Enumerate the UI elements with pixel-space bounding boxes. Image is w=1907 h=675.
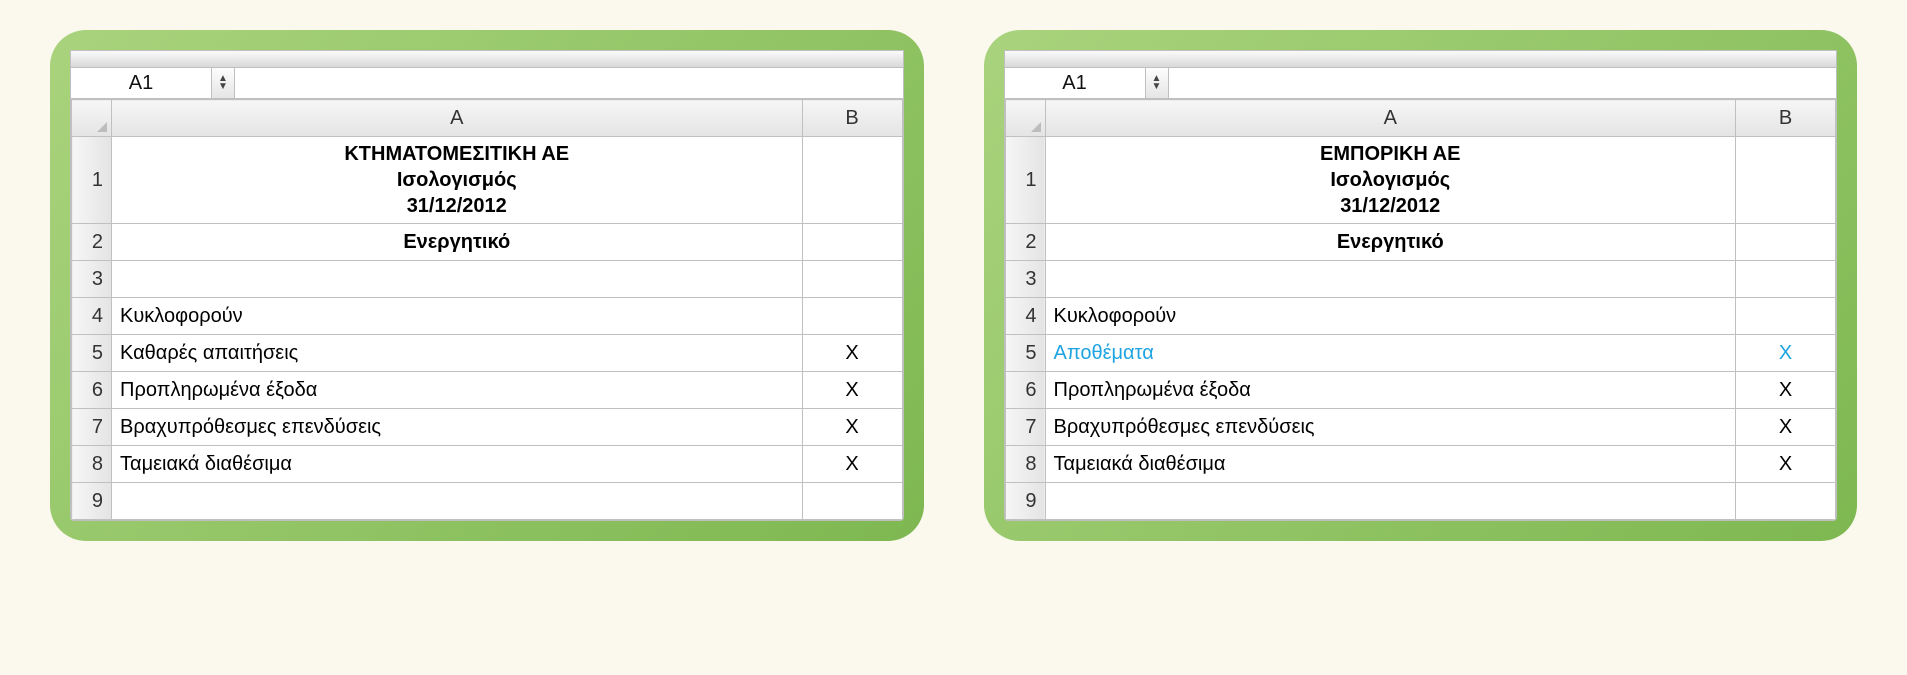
cell-item-value[interactable]: X <box>802 409 902 446</box>
row-header[interactable]: 8 <box>1005 446 1045 483</box>
cell-item-label[interactable]: Αποθέματα <box>1045 335 1736 372</box>
cell[interactable] <box>1736 137 1836 224</box>
row-header[interactable]: 3 <box>1005 261 1045 298</box>
cell[interactable] <box>1736 261 1836 298</box>
sheet-grid[interactable]: A B 1 ΕΜΠΟΡΙΚΗ ΑΕ Ισολογισμός 31/12/2012… <box>1005 99 1837 520</box>
column-header-a[interactable]: A <box>1045 100 1736 137</box>
spreadsheet-card-right: A1 ▲ ▼ A B 1 ΕΜΠΟΡ <box>984 30 1858 541</box>
cell-item-value[interactable]: X <box>1736 335 1836 372</box>
cell[interactable] <box>112 261 803 298</box>
row-header[interactable]: 9 <box>72 483 112 520</box>
name-box-stepper[interactable]: ▲ ▼ <box>1146 68 1169 98</box>
cell[interactable] <box>1736 298 1836 335</box>
cell[interactable] <box>1045 483 1736 520</box>
row-header[interactable]: 2 <box>72 224 112 261</box>
column-header-a[interactable]: A <box>112 100 803 137</box>
formula-bar[interactable] <box>1169 68 1837 98</box>
cell[interactable] <box>802 137 902 224</box>
title-line-3: 31/12/2012 <box>1340 195 1440 217</box>
window-title-bar <box>1005 51 1837 68</box>
spreadsheet-panel: A1 ▲ ▼ A B 1 ΚΤΗΜΑ <box>70 50 904 521</box>
cell[interactable] <box>802 224 902 261</box>
cell-title[interactable]: ΕΜΠΟΡΙΚΗ ΑΕ Ισολογισμός 31/12/2012 <box>1045 137 1736 224</box>
spreadsheet-card-left: A1 ▲ ▼ A B 1 ΚΤΗΜΑ <box>50 30 924 541</box>
chevron-down-icon: ▼ <box>218 83 228 91</box>
row-header[interactable]: 5 <box>72 335 112 372</box>
cell-section-header[interactable]: Ενεργητικό <box>112 224 803 261</box>
cell-group-label[interactable]: Κυκλοφορούν <box>112 298 803 335</box>
cell-group-label[interactable]: Κυκλοφορούν <box>1045 298 1736 335</box>
row-header[interactable]: 1 <box>1005 137 1045 224</box>
cell-item-label[interactable]: Προπληρωμένα έξοδα <box>1045 372 1736 409</box>
window-title-bar <box>71 51 903 68</box>
title-line-2: Ισολογισμός <box>397 169 517 191</box>
cell[interactable] <box>802 483 902 520</box>
title-line-3: 31/12/2012 <box>407 195 507 217</box>
row-header[interactable]: 6 <box>1005 372 1045 409</box>
row-header[interactable]: 4 <box>72 298 112 335</box>
cell[interactable] <box>1736 224 1836 261</box>
cell-item-label[interactable]: Ταμειακά διαθέσιμα <box>1045 446 1736 483</box>
cell-title[interactable]: ΚΤΗΜΑΤΟΜΕΣΙΤΙΚΗ ΑΕ Ισολογισμός 31/12/201… <box>112 137 803 224</box>
cell-item-label[interactable]: Βραχυπρόθεσμες επενδύσεις <box>112 409 803 446</box>
cell[interactable] <box>802 298 902 335</box>
cell-item-label[interactable]: Καθαρές απαιτήσεις <box>112 335 803 372</box>
cell-section-header[interactable]: Ενεργητικό <box>1045 224 1736 261</box>
row-header[interactable]: 5 <box>1005 335 1045 372</box>
row-header[interactable]: 1 <box>72 137 112 224</box>
name-box[interactable]: A1 <box>1005 68 1146 98</box>
column-header-b[interactable]: B <box>802 100 902 137</box>
column-header-b[interactable]: B <box>1736 100 1836 137</box>
cell-item-value[interactable]: X <box>1736 446 1836 483</box>
cell-item-value[interactable]: X <box>1736 372 1836 409</box>
name-box-stepper[interactable]: ▲ ▼ <box>212 68 235 98</box>
cell-item-value[interactable]: X <box>802 446 902 483</box>
cell-item-label[interactable]: Ταμειακά διαθέσιμα <box>112 446 803 483</box>
row-header[interactable]: 4 <box>1005 298 1045 335</box>
cell-item-value[interactable]: X <box>802 372 902 409</box>
title-line-2: Ισολογισμός <box>1330 169 1450 191</box>
row-header[interactable]: 7 <box>72 409 112 446</box>
formula-bar-row: A1 ▲ ▼ <box>1005 68 1837 99</box>
formula-bar-row: A1 ▲ ▼ <box>71 68 903 99</box>
row-header[interactable]: 7 <box>1005 409 1045 446</box>
chevron-down-icon: ▼ <box>1152 83 1162 91</box>
cell-item-value[interactable]: X <box>1736 409 1836 446</box>
title-line-1: ΚΤΗΜΑΤΟΜΕΣΙΤΙΚΗ ΑΕ <box>344 143 569 165</box>
formula-bar[interactable] <box>235 68 903 98</box>
page: A1 ▲ ▼ A B 1 ΚΤΗΜΑ <box>0 0 1907 571</box>
select-all-button[interactable] <box>72 100 112 137</box>
row-header[interactable]: 3 <box>72 261 112 298</box>
row-header[interactable]: 9 <box>1005 483 1045 520</box>
cell[interactable] <box>802 261 902 298</box>
cell-item-label[interactable]: Προπληρωμένα έξοδα <box>112 372 803 409</box>
spreadsheet-panel: A1 ▲ ▼ A B 1 ΕΜΠΟΡ <box>1004 50 1838 521</box>
cell[interactable] <box>1736 483 1836 520</box>
cell[interactable] <box>112 483 803 520</box>
row-header[interactable]: 8 <box>72 446 112 483</box>
cell[interactable] <box>1045 261 1736 298</box>
select-all-button[interactable] <box>1005 100 1045 137</box>
cell-item-value[interactable]: X <box>802 335 902 372</box>
title-line-1: ΕΜΠΟΡΙΚΗ ΑΕ <box>1320 143 1460 165</box>
cell-item-label[interactable]: Βραχυπρόθεσμες επενδύσεις <box>1045 409 1736 446</box>
row-header[interactable]: 2 <box>1005 224 1045 261</box>
name-box[interactable]: A1 <box>71 68 212 98</box>
sheet-grid[interactable]: A B 1 ΚΤΗΜΑΤΟΜΕΣΙΤΙΚΗ ΑΕ Ισολογισμός 31/… <box>71 99 903 520</box>
row-header[interactable]: 6 <box>72 372 112 409</box>
